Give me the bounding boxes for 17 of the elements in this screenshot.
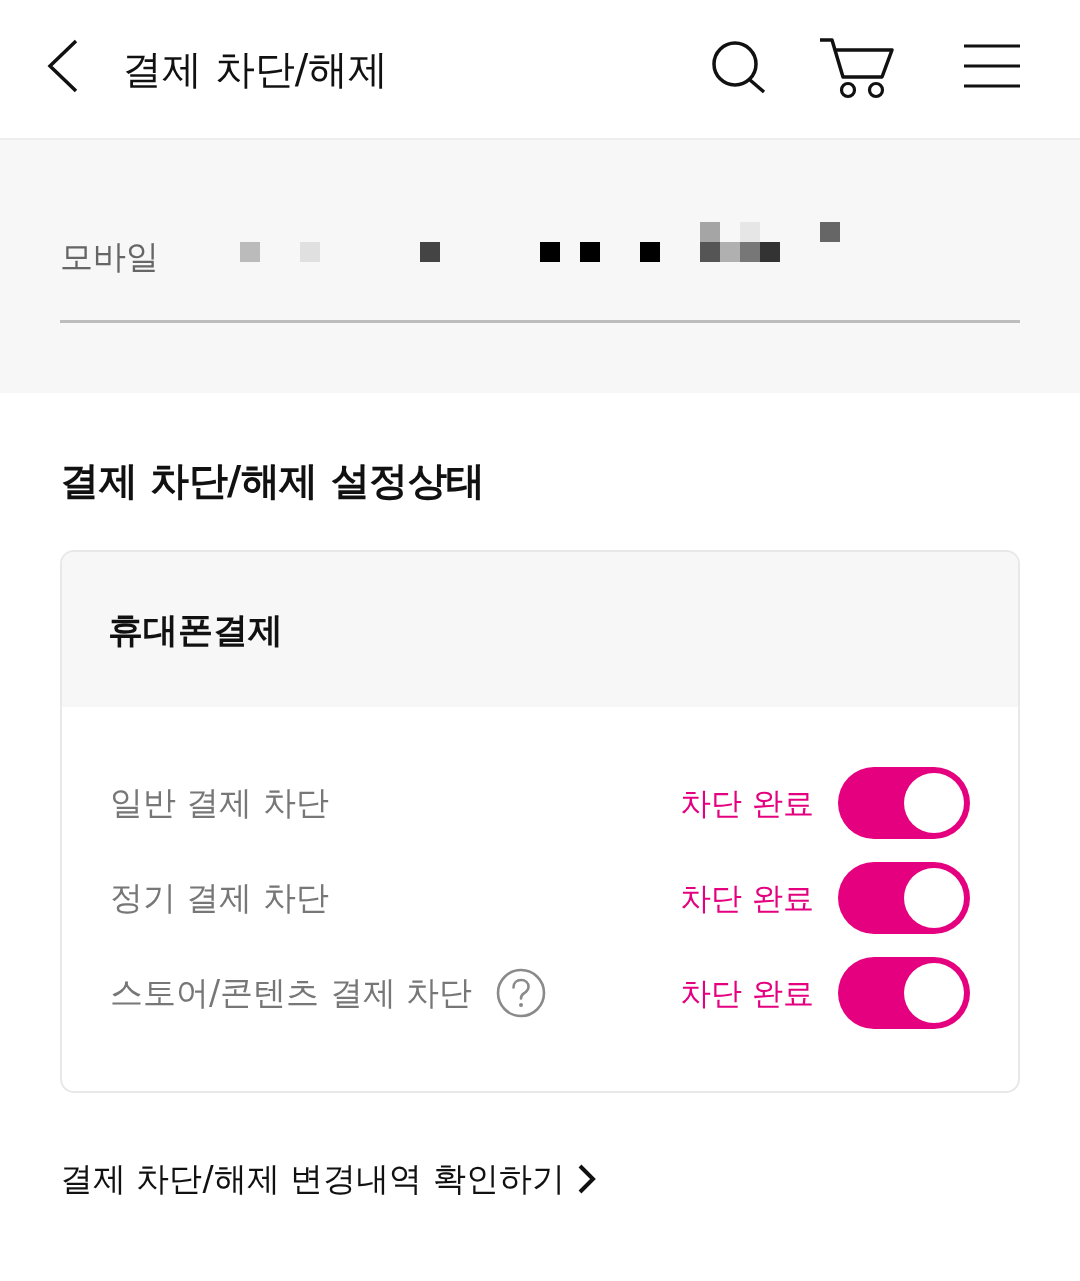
card-title: 휴대폰결제 xyxy=(108,608,283,652)
setting-label: 스토어/콘텐츠 결제 차단 xyxy=(110,971,473,1014)
back-icon[interactable] xyxy=(46,38,80,94)
history-link[interactable]: 결제 차단/해제 변경내역 확인하기 xyxy=(60,1157,597,1201)
status-text: 차단 완료 xyxy=(680,878,814,918)
page-title: 결제 차단/해제 xyxy=(122,45,389,93)
chevron-right-icon xyxy=(576,1163,597,1195)
status-text: 차단 완료 xyxy=(680,783,814,823)
field-label: 모바일 xyxy=(60,237,160,277)
section-title: 결제 차단/해제 설정상태 xyxy=(60,457,486,505)
help-icon[interactable] xyxy=(496,967,547,1018)
setting-label: 정기 결제 차단 xyxy=(110,876,329,919)
menu-icon[interactable] xyxy=(964,44,1020,88)
status-text: 차단 완료 xyxy=(680,973,814,1013)
setting-label: 일반 결제 차단 xyxy=(110,781,329,824)
search-icon[interactable] xyxy=(711,38,767,94)
cart-icon[interactable] xyxy=(819,37,895,99)
